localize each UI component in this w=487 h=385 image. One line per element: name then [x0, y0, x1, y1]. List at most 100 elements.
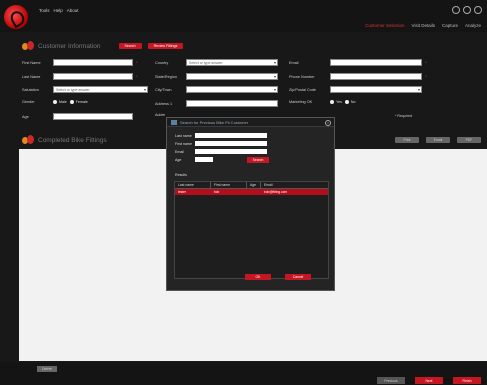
age-row: Age: [22, 113, 133, 120]
marketing-label: Marketing OK: [289, 100, 313, 104]
review-fittings-button[interactable]: Review Fittings: [147, 43, 184, 49]
age-field[interactable]: [53, 113, 133, 120]
dialog-age-row: Age Search: [175, 156, 269, 163]
search-button[interactable]: Search: [118, 43, 142, 49]
required-marker: *: [136, 60, 138, 65]
tab-customer-selection[interactable]: Customer Selection: [365, 23, 404, 28]
dialog-last-name-field[interactable]: [195, 132, 267, 139]
last-name-label: Last Name: [22, 74, 41, 79]
results-label: Results: [175, 173, 187, 177]
salutation-label: Salutation: [22, 87, 39, 92]
tab-capture[interactable]: Capture: [442, 23, 458, 28]
previous-button[interactable]: Previous: [377, 377, 405, 384]
first-name-label: First Name: [22, 60, 41, 65]
customer-info-header: Customer Information Search Review Fitti…: [0, 39, 487, 53]
address1-label: Address 1: [155, 101, 173, 106]
email-button[interactable]: Email: [426, 137, 450, 143]
city-label: City/Town: [155, 87, 172, 92]
menu-about[interactable]: About: [67, 8, 79, 13]
gender-male-radio[interactable]: Male: [53, 100, 67, 104]
minimize-icon[interactable]: [463, 6, 471, 14]
dialog-email-label: Email: [175, 149, 184, 154]
first-name-field[interactable]: [53, 59, 133, 66]
country-row: Country Select or type answer: [155, 59, 278, 66]
tab-analyze[interactable]: Analyze: [465, 23, 481, 28]
marketing-no-radio[interactable]: No: [344, 100, 355, 104]
cell-last-name: tester: [178, 190, 186, 194]
dialog-search-button[interactable]: Search: [247, 156, 269, 163]
finish-button[interactable]: Finish: [453, 377, 481, 384]
dialog-first-name-row: First name: [175, 140, 269, 147]
last-name-field[interactable]: [53, 73, 133, 80]
zip-row: Zip/Postal Code: [289, 86, 422, 93]
window-controls: [452, 6, 482, 14]
menu-bar: Tools Help About: [39, 8, 79, 13]
address1-field[interactable]: [186, 100, 278, 107]
next-button[interactable]: Next: [415, 377, 443, 384]
email-label: Email: [289, 60, 299, 65]
cell-first-name: bob: [214, 190, 220, 194]
pdf-button[interactable]: PDF: [457, 137, 481, 143]
required-marker: *: [425, 74, 427, 79]
phone-label: Phone Number: [289, 74, 315, 79]
workflow-tabs: Customer Selection Visit Details Capture…: [365, 23, 481, 28]
dialog-titlebar: Search for Previous Bike Fit Customer: [167, 118, 334, 127]
address1-row: Address 1: [155, 100, 278, 107]
age-label: Age: [22, 114, 29, 119]
gender-female-radio[interactable]: Female: [69, 100, 88, 104]
search-dialog: Search for Previous Bike Fit Customer × …: [166, 117, 335, 291]
required-marker: *: [136, 74, 138, 79]
app-logo-icon: [4, 5, 28, 29]
dialog-cancel-button[interactable]: Cancel: [285, 274, 311, 280]
dialog-first-name-field[interactable]: [195, 140, 267, 147]
dialog-email-field[interactable]: [195, 148, 267, 155]
menu-help[interactable]: Help: [54, 8, 63, 13]
dialog-search-form: Last name First name Email Age Search: [175, 132, 269, 164]
dialog-title: Search for Previous Bike Fit Customer: [180, 119, 249, 125]
dialog-age-label: Age: [175, 157, 182, 162]
col-age[interactable]: Age: [247, 181, 261, 189]
fittings-avatar-icon: [22, 135, 34, 145]
required-note: * Required: [395, 114, 412, 118]
col-first-name[interactable]: First name: [211, 181, 247, 189]
table-row[interactable]: tester bob bob@fitting.com: [175, 189, 328, 195]
help-icon[interactable]: [452, 6, 460, 14]
fittings-actions: Print Email PDF: [395, 137, 481, 143]
results-table-header: Last name First name Age Email: [175, 181, 328, 189]
dialog-email-row: Email: [175, 148, 269, 155]
dialog-app-icon: [171, 119, 177, 125]
menu-tools[interactable]: Tools: [39, 8, 50, 13]
country-select[interactable]: Select or type answer: [186, 59, 278, 66]
phone-row: Phone Number *: [289, 73, 427, 80]
dialog-buttons: OK Cancel: [245, 274, 311, 280]
dialog-close-icon[interactable]: ×: [325, 120, 331, 126]
salutation-select[interactable]: Select or type answer: [53, 86, 148, 93]
email-row: Email *: [289, 59, 427, 66]
print-button[interactable]: Print: [395, 137, 419, 143]
salutation-row: Salutation Select or type answer: [22, 86, 148, 93]
tab-visit-details[interactable]: Visit Details: [412, 23, 435, 28]
city-select[interactable]: [186, 86, 278, 93]
col-email[interactable]: Email: [261, 182, 328, 189]
required-note-row: * Required: [395, 114, 412, 118]
customer-avatar-icon: [22, 41, 34, 51]
email-field[interactable]: [330, 59, 422, 66]
zip-label: Zip/Postal Code: [289, 87, 317, 92]
zip-field[interactable]: [330, 86, 422, 93]
marketing-row: Marketing OK Yes No: [289, 100, 355, 104]
phone-field[interactable]: [330, 73, 422, 80]
dialog-ok-button[interactable]: OK: [245, 274, 271, 280]
gender-label: Gender: [22, 100, 35, 104]
dialog-age-field[interactable]: [195, 156, 213, 163]
fittings-title: Completed Bike Fittings: [38, 136, 107, 144]
close-icon[interactable]: [474, 6, 482, 14]
customer-info-title: Customer Information: [38, 42, 101, 50]
cell-email: bob@fitting.com: [264, 190, 288, 194]
gender-row: Gender Male Female: [22, 100, 88, 104]
state-select[interactable]: [186, 73, 278, 80]
col-last-name[interactable]: Last name: [175, 181, 211, 189]
delete-button[interactable]: Delete: [37, 366, 57, 372]
navigation-buttons: Previous Next Finish: [377, 377, 481, 384]
dialog-last-name-row: Last name: [175, 132, 269, 139]
marketing-yes-radio[interactable]: Yes: [330, 100, 342, 104]
